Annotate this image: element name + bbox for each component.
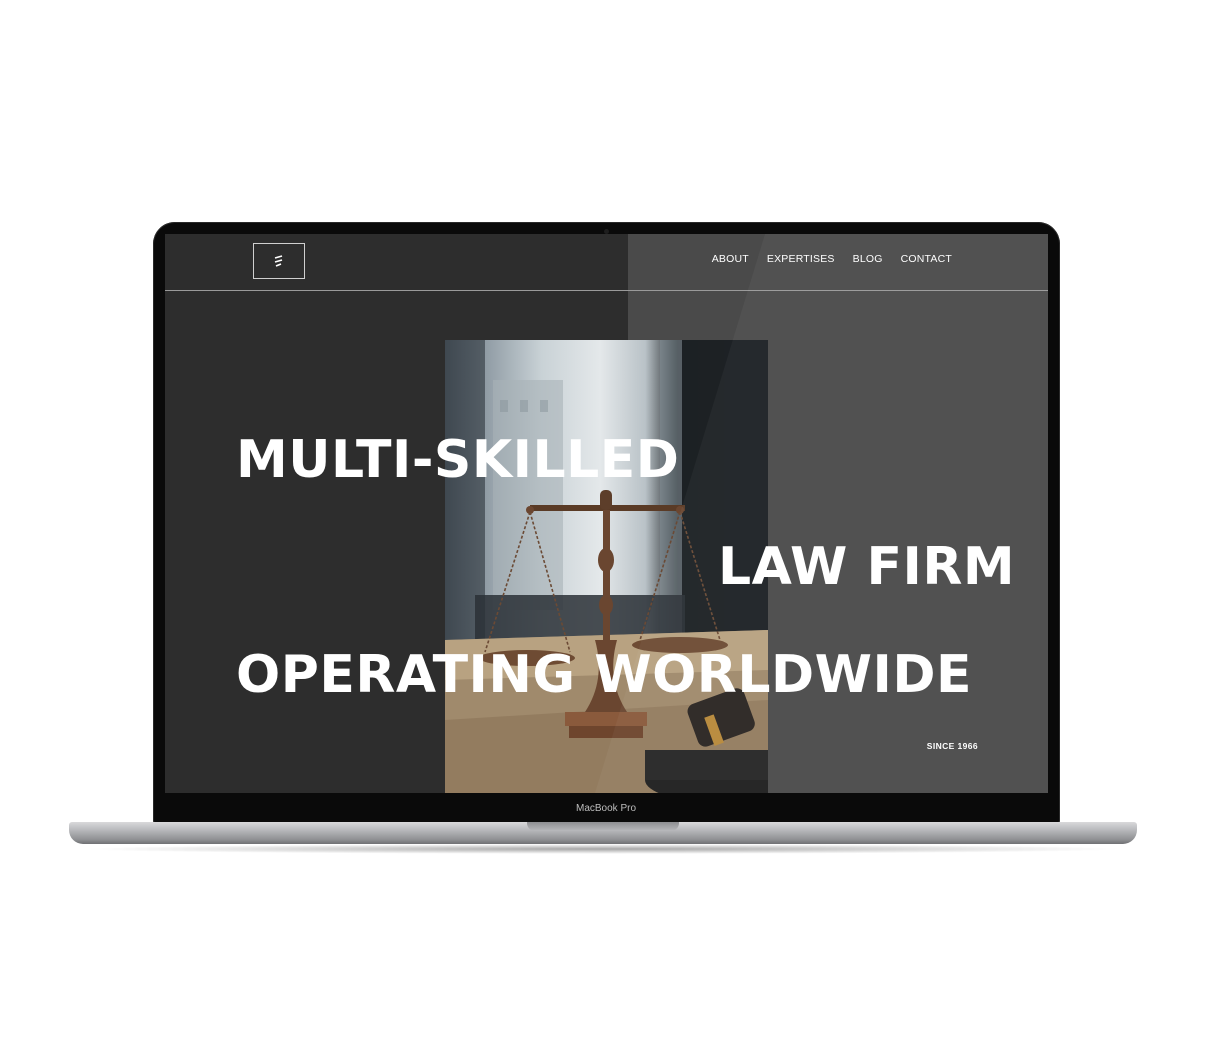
laptop-shadow	[80, 844, 1126, 854]
website-screen: ABOUT EXPERTISES BLOG CONTACT MULTI-SKIL…	[165, 234, 1048, 793]
laptop-notch	[527, 822, 679, 831]
logo-button[interactable]	[253, 243, 305, 279]
since-label: SINCE 1966	[926, 741, 978, 751]
law-firm-logo-icon	[274, 255, 283, 267]
nav-blog-link[interactable]: BLOG	[853, 253, 883, 265]
hero-line-3: OPERATING WORLDWIDE	[236, 645, 973, 705]
hero-line-2: LAW FIRM	[718, 537, 1016, 597]
nav-about-link[interactable]: ABOUT	[712, 253, 749, 265]
nav-expertises-link[interactable]: EXPERTISES	[767, 253, 835, 265]
mockup-stage: ABOUT EXPERTISES BLOG CONTACT MULTI-SKIL…	[0, 0, 1211, 1038]
nav-contact-link[interactable]: CONTACT	[901, 253, 952, 265]
device-model-label: MacBook Pro	[575, 803, 637, 814]
site-header: ABOUT EXPERTISES BLOG CONTACT	[165, 234, 1048, 291]
hero-line-1: MULTI-SKILLED	[236, 430, 680, 490]
main-nav: ABOUT EXPERTISES BLOG CONTACT	[712, 253, 952, 265]
